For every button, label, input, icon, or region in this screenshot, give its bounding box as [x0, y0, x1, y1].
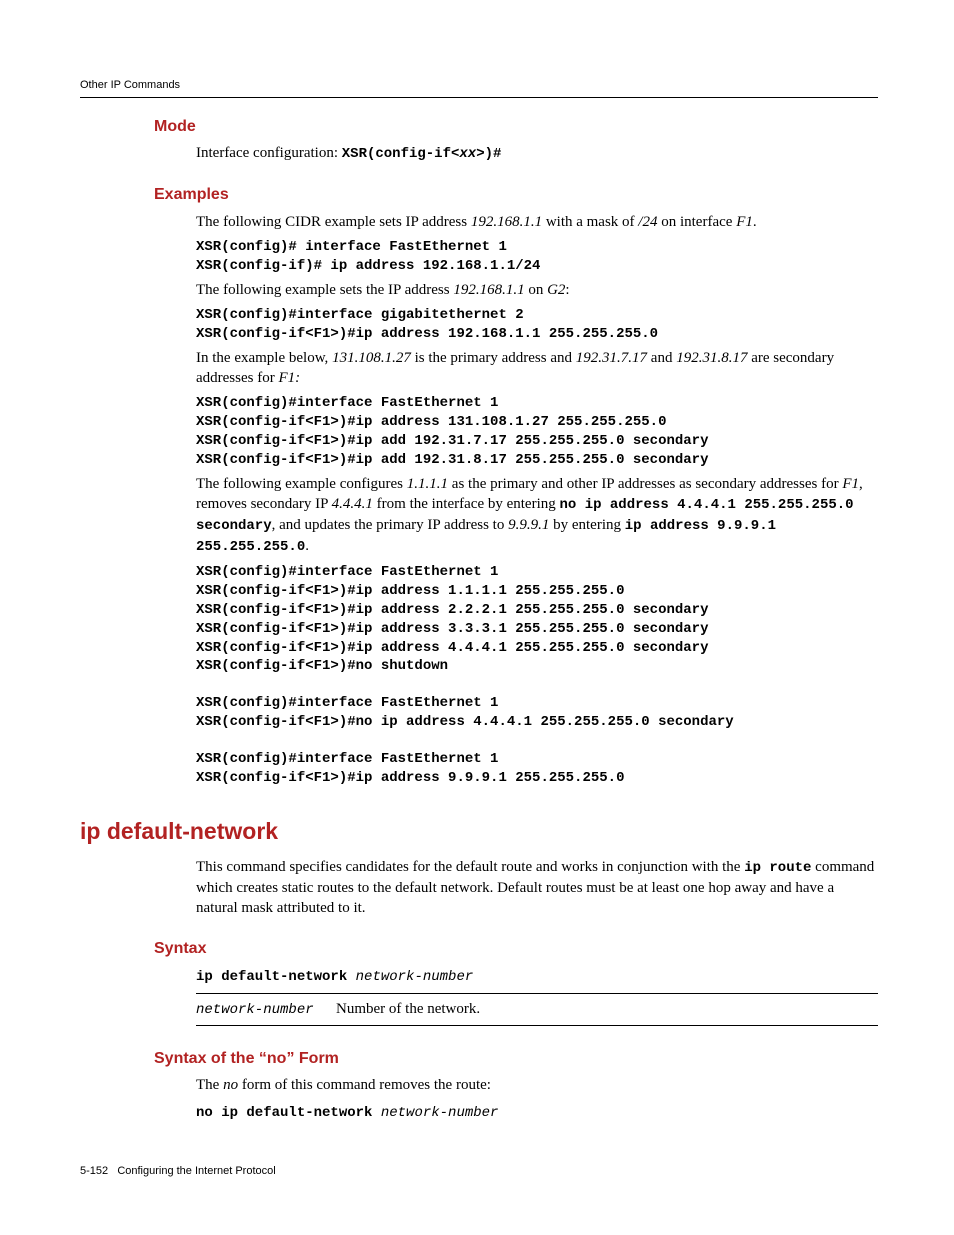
example-1-code: XSR(config)# interface FastEthernet 1 XS…	[196, 238, 878, 276]
noform-syntax: no ip default-network network-number	[196, 1102, 878, 1123]
mode-code-italic: xx	[459, 146, 476, 162]
section-heading-examples: Examples	[154, 184, 878, 206]
page-footer: 5-152 Configuring the Internet Protocol	[80, 1164, 276, 1179]
header-rule	[80, 97, 878, 98]
example-3-code: XSR(config)#interface FastEthernet 1 XSR…	[196, 394, 878, 470]
mode-text-prefix: Interface configuration:	[196, 145, 342, 161]
mode-text: Interface configuration: XSR(config-if<x…	[196, 143, 878, 164]
examples-body: The following CIDR example sets IP addre…	[196, 212, 878, 788]
example-1-text: The following CIDR example sets IP addre…	[196, 212, 878, 232]
footer-label: Configuring the Internet Protocol	[117, 1165, 275, 1177]
table-row: network-number Number of the network.	[196, 993, 878, 1025]
syntax-arg-name: network-number	[196, 993, 336, 1025]
example-2-text: The following example sets the IP addres…	[196, 280, 878, 300]
mode-code-1: XSR(config-if<	[342, 146, 460, 162]
mode-code-2: >)#	[476, 146, 501, 162]
mode-body: Interface configuration: XSR(config-if<x…	[196, 143, 878, 164]
example-4c-code: XSR(config)#interface FastEthernet 1 XSR…	[196, 750, 878, 788]
example-4a-code: XSR(config)#interface FastEthernet 1 XSR…	[196, 563, 878, 676]
section-heading-noform: Syntax of the “no” Form	[154, 1048, 878, 1070]
section-heading-syntax: Syntax	[154, 938, 878, 960]
noform-body: The no form of this command removes the …	[196, 1075, 878, 1122]
section-heading-mode: Mode	[154, 116, 878, 138]
syntax-table: network-number Number of the network.	[196, 993, 878, 1026]
noform-para: The no form of this command removes the …	[196, 1075, 878, 1095]
syntax-body: ip default-network network-number networ…	[196, 966, 878, 1026]
footer-page-number: 5-152	[80, 1165, 108, 1177]
default-body: This command specifies candidates for th…	[196, 857, 878, 918]
syntax-line: ip default-network network-number	[196, 966, 878, 987]
example-2-code: XSR(config)#interface gigabitethernet 2 …	[196, 306, 878, 344]
page: Other IP Commands Mode Interface configu…	[0, 0, 954, 1235]
default-para: This command specifies candidates for th…	[196, 857, 878, 918]
example-4-text: The following example configures 1.1.1.1…	[196, 474, 878, 557]
command-heading: ip default-network	[80, 816, 878, 847]
syntax-arg-desc: Number of the network.	[336, 993, 878, 1025]
page-header: Other IP Commands	[80, 78, 878, 93]
example-4b-code: XSR(config)#interface FastEthernet 1 XSR…	[196, 694, 878, 732]
example-3-text: In the example below, 131.108.1.27 is th…	[196, 348, 878, 389]
